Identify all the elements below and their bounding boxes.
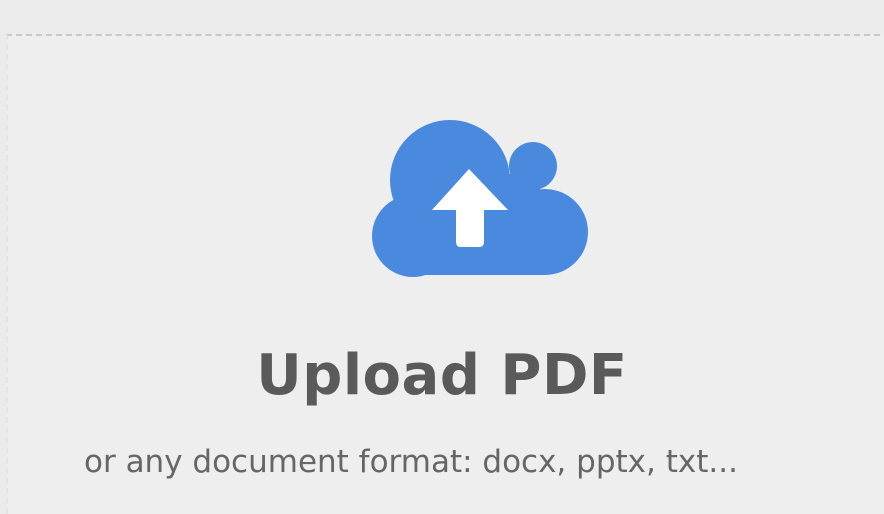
upload-subtitle: or any document format: docx, pptx, txt.… — [84, 444, 738, 480]
upload-title: Upload PDF — [256, 343, 628, 408]
cloud-upload-icon[interactable] — [370, 114, 590, 280]
